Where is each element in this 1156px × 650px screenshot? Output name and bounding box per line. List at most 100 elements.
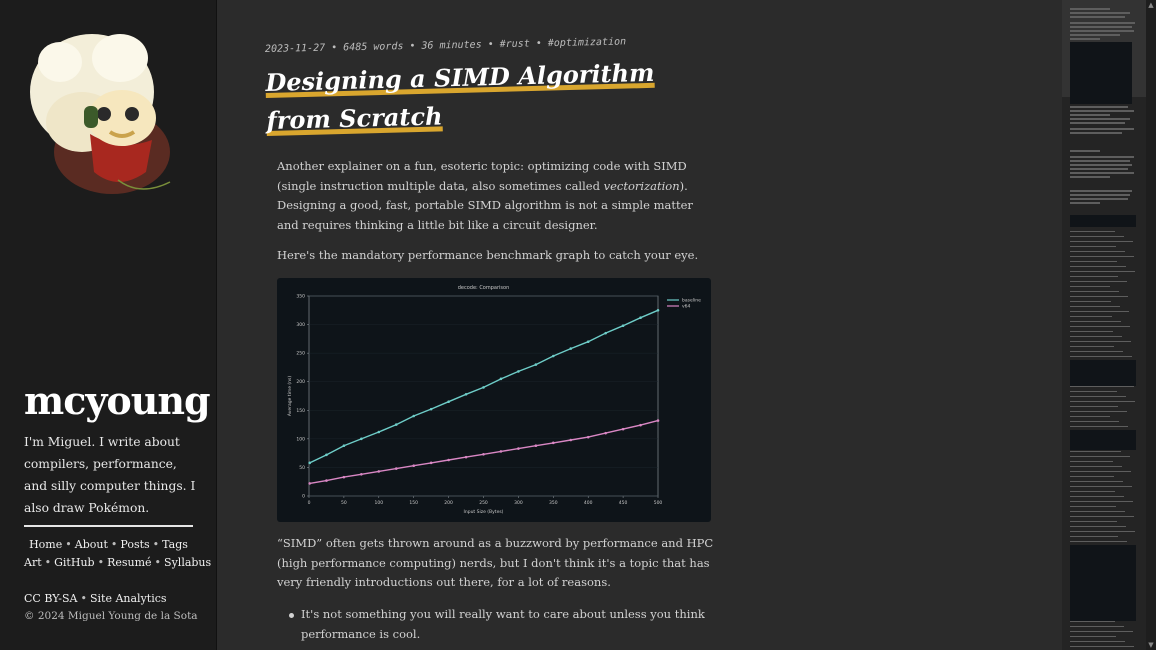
data-point-v64 bbox=[308, 482, 311, 485]
minimap-text-line bbox=[1070, 481, 1123, 482]
minimap-text-line bbox=[1070, 471, 1131, 472]
post-meta: 2023-11-27 • 6485 words • 36 minutes • #rust • #… bbox=[264, 36, 627, 55]
data-point-v64 bbox=[360, 472, 363, 476]
minimap-text-line bbox=[1070, 286, 1110, 287]
minimap-text-line bbox=[1070, 386, 1134, 387]
minimap-text-line bbox=[1070, 626, 1124, 627]
nav-about-link[interactable]: About bbox=[75, 538, 108, 551]
x-tick-label: 100 bbox=[375, 500, 384, 506]
minimap-text-line bbox=[1070, 110, 1134, 112]
minimap-code-block bbox=[1070, 215, 1136, 227]
page-minimap[interactable] bbox=[1062, 0, 1146, 650]
x-tick-label: 400 bbox=[584, 500, 593, 506]
minimap-text-line bbox=[1070, 391, 1117, 392]
minimap-text-line bbox=[1070, 451, 1121, 452]
y-tick-label: 350 bbox=[296, 294, 305, 300]
data-point-v64 bbox=[499, 450, 503, 453]
x-tick-label: 350 bbox=[549, 500, 558, 506]
scroll-up-icon[interactable]: ▲ bbox=[1146, 0, 1156, 10]
minimap-text-line bbox=[1070, 321, 1121, 322]
minimap-text-line bbox=[1070, 198, 1128, 200]
minimap-text-line bbox=[1070, 168, 1128, 170]
minimap-text-line bbox=[1070, 296, 1128, 297]
x-tick-label: 50 bbox=[341, 500, 347, 506]
chart-svg: decode: Comparison 0 50 100 150 200 250 300 350 4… bbox=[287, 285, 701, 515]
data-point-v64 bbox=[639, 423, 642, 427]
post-date: 2023-11-27 bbox=[264, 42, 326, 55]
data-point-baseline bbox=[656, 308, 660, 312]
minimap-text-line bbox=[1070, 421, 1119, 422]
minimap-text-line bbox=[1070, 251, 1125, 252]
benchmark-chart: decode: Comparison 0 50 100 150 200 250 300 350 4… bbox=[277, 278, 711, 522]
data-point-baseline bbox=[360, 437, 363, 441]
data-point-v64 bbox=[447, 458, 450, 462]
minimap-text-line bbox=[1070, 118, 1130, 120]
minimap-text-line bbox=[1070, 194, 1130, 196]
nav-art-link[interactable]: Art bbox=[24, 556, 42, 569]
minimap-text-line bbox=[1070, 341, 1131, 342]
legend-label-v64: v64 bbox=[682, 304, 691, 310]
scrollbar[interactable]: ▲ ▼ bbox=[1146, 0, 1156, 650]
data-point-baseline bbox=[586, 340, 590, 344]
data-point-baseline bbox=[464, 392, 468, 396]
nav-home-link[interactable]: Home bbox=[29, 538, 62, 551]
data-point-baseline bbox=[325, 453, 328, 457]
data-point-baseline bbox=[552, 354, 555, 358]
data-point-v64 bbox=[586, 435, 590, 439]
minimap-text-line bbox=[1070, 521, 1117, 522]
data-point-v64 bbox=[517, 447, 520, 450]
nav-tags-link[interactable]: Tags bbox=[162, 538, 188, 551]
nav-resume-link[interactable]: Resumé bbox=[107, 556, 151, 569]
minimap-text-line bbox=[1070, 466, 1122, 467]
tag-rust-link[interactable]: #rust bbox=[500, 38, 530, 50]
minimap-text-line bbox=[1070, 30, 1134, 32]
x-tick-label: 250 bbox=[479, 500, 488, 506]
data-point-baseline bbox=[534, 363, 538, 366]
minimap-text-line bbox=[1070, 246, 1116, 247]
minimap-text-line bbox=[1070, 106, 1128, 108]
data-point-baseline bbox=[482, 386, 485, 389]
minimap-text-line bbox=[1070, 276, 1118, 277]
nav-github-link[interactable]: GitHub bbox=[54, 556, 94, 569]
graph-intro-paragraph: Here's the mandatory performance benchma… bbox=[277, 248, 699, 262]
tag-optimization-link[interactable]: #optimization bbox=[548, 36, 626, 49]
minimap-text-line bbox=[1070, 160, 1130, 162]
minimap-text-line bbox=[1070, 16, 1125, 18]
analytics-link[interactable]: Site Analytics bbox=[90, 592, 167, 605]
data-point-v64 bbox=[412, 464, 415, 468]
nav-posts-link[interactable]: Posts bbox=[120, 538, 149, 551]
y-tick-label: 250 bbox=[296, 351, 305, 357]
nav-syllabus-link[interactable]: Syllabus bbox=[164, 556, 211, 569]
y-tick-label: 100 bbox=[296, 436, 305, 442]
data-point-v64 bbox=[604, 431, 607, 435]
minimap-text-line bbox=[1070, 541, 1127, 542]
minimap-text-line bbox=[1070, 536, 1118, 537]
scroll-down-icon[interactable]: ▼ bbox=[1146, 640, 1156, 650]
minimap-text-line bbox=[1070, 401, 1135, 402]
minimap-text-line bbox=[1070, 646, 1134, 647]
minimap-text-line bbox=[1070, 316, 1112, 317]
minimap-text-line bbox=[1070, 496, 1124, 497]
intro-paragraph: Another explainer on a fun, esoteric top… bbox=[277, 157, 717, 235]
minimap-code-block bbox=[1070, 42, 1132, 104]
minimap-text-line bbox=[1070, 190, 1132, 192]
data-point-baseline bbox=[639, 316, 642, 320]
minimap-text-line bbox=[1070, 346, 1114, 347]
minimap-text-line bbox=[1070, 306, 1120, 307]
site-name-link[interactable]: mcyoung bbox=[24, 378, 211, 423]
minimap-text-line bbox=[1070, 491, 1115, 492]
intro-emphasis: vectorization bbox=[603, 178, 680, 193]
data-point-baseline bbox=[447, 400, 450, 404]
data-point-baseline bbox=[517, 370, 520, 373]
x-tick-label: 450 bbox=[619, 500, 628, 506]
license-link[interactable]: CC BY-SA bbox=[24, 592, 77, 605]
data-point-v64 bbox=[325, 479, 328, 482]
minimap-text-line bbox=[1070, 261, 1117, 262]
minimap-text-line bbox=[1070, 311, 1129, 312]
minimap-text-line bbox=[1070, 636, 1116, 637]
data-point-baseline bbox=[569, 347, 573, 350]
data-point-v64 bbox=[394, 467, 398, 470]
footer-links: CC BY-SA • Site Analytics bbox=[24, 592, 167, 605]
title-line-1: Designing a SIMD Algorithm bbox=[265, 57, 655, 97]
minimap-text-line bbox=[1070, 406, 1118, 407]
